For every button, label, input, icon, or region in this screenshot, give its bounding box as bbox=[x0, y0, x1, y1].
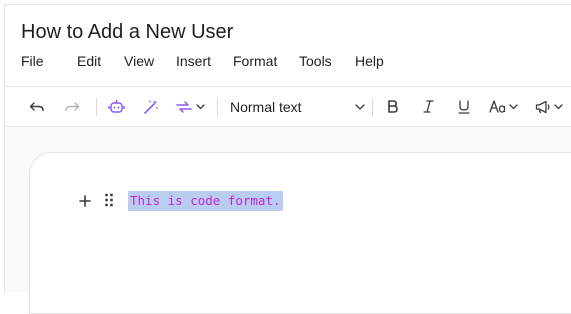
toolbar: Normal text bbox=[5, 87, 571, 126]
text-style-select[interactable]: Normal text bbox=[230, 87, 365, 126]
redo-button[interactable] bbox=[63, 87, 81, 126]
bold-icon bbox=[387, 100, 398, 113]
code-format-text[interactable]: This is code format. bbox=[128, 191, 283, 211]
menu-bar: File Edit View Insert Format Tools Help bbox=[21, 51, 384, 71]
underline-icon bbox=[458, 99, 470, 114]
magic-wand-button[interactable] bbox=[141, 87, 161, 126]
chevron-down-icon bbox=[509, 103, 518, 109]
drag-handle-button[interactable] bbox=[104, 193, 118, 209]
drag-handle-icon bbox=[105, 193, 113, 207]
toolbar-separator bbox=[372, 98, 373, 116]
toolbar-separator bbox=[96, 98, 97, 116]
menu-help[interactable]: Help bbox=[355, 51, 384, 71]
underline-button[interactable] bbox=[456, 87, 472, 126]
plus-icon bbox=[79, 195, 91, 207]
link-dropdown-button[interactable] bbox=[175, 87, 211, 126]
magic-wand-icon bbox=[144, 99, 158, 114]
menu-tools[interactable]: Tools bbox=[299, 51, 355, 71]
text-style-value: Normal text bbox=[230, 98, 302, 115]
document-title[interactable]: How to Add a New User bbox=[21, 19, 233, 45]
undo-icon bbox=[29, 101, 44, 111]
italic-icon bbox=[422, 100, 434, 113]
redo-icon bbox=[65, 101, 80, 111]
announce-icon bbox=[535, 100, 550, 113]
link-icon bbox=[176, 100, 192, 113]
chevron-down-icon bbox=[554, 103, 563, 109]
text-size-icon bbox=[489, 100, 506, 113]
ai-assistant-icon bbox=[107, 100, 125, 113]
menu-format[interactable]: Format bbox=[233, 51, 299, 71]
menu-file[interactable]: File bbox=[21, 51, 77, 71]
announce-button[interactable] bbox=[535, 87, 569, 126]
document-page[interactable] bbox=[29, 152, 571, 314]
text-size-button[interactable] bbox=[489, 87, 523, 126]
bold-button[interactable] bbox=[384, 87, 400, 126]
menu-view[interactable]: View bbox=[124, 51, 176, 71]
chevron-down-icon bbox=[355, 103, 365, 110]
toolbar-separator bbox=[217, 98, 218, 116]
undo-button[interactable] bbox=[28, 87, 46, 126]
menu-insert[interactable]: Insert bbox=[176, 51, 233, 71]
menu-edit[interactable]: Edit bbox=[77, 51, 124, 71]
italic-button[interactable] bbox=[420, 87, 436, 126]
add-block-button[interactable] bbox=[77, 191, 93, 211]
ai-assistant-button[interactable] bbox=[106, 87, 126, 126]
chevron-down-icon bbox=[196, 103, 205, 109]
